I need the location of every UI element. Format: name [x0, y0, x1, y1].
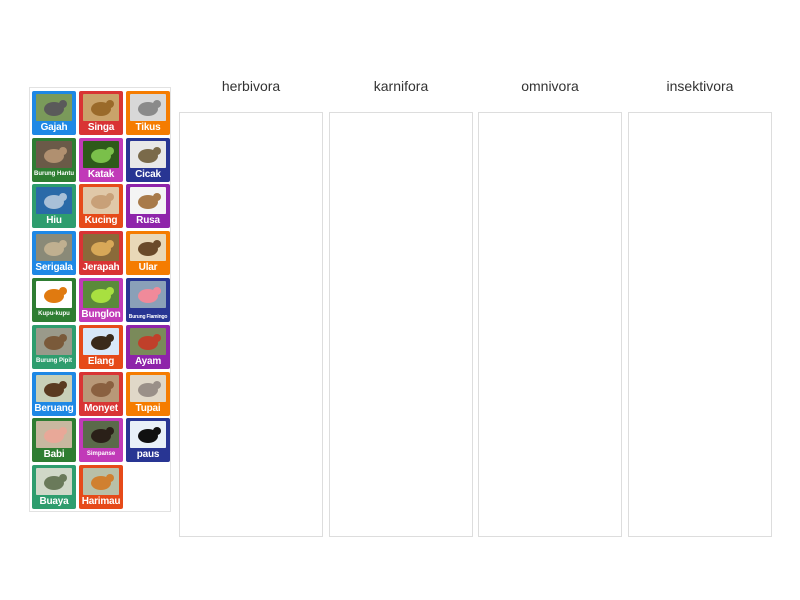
deer-icon — [130, 187, 166, 214]
drop-zone-insektivora[interactable] — [628, 112, 772, 537]
card-kupu-kupu[interactable]: Kupu-kupu — [32, 278, 76, 322]
column-header-herbivora: herbivora — [221, 78, 281, 94]
card-label: Burung Pipit — [36, 358, 72, 364]
card-label: Ular — [138, 262, 158, 273]
column-header-omnivora: omnivora — [521, 78, 579, 94]
card-burung-flamingo[interactable]: Burung Flamingo — [126, 278, 170, 322]
card-label: Babi — [43, 449, 65, 460]
card-cicak[interactable]: Cicak — [126, 138, 170, 182]
card-burung-hantu[interactable]: Burung Hantu — [32, 138, 76, 182]
card-label: Buaya — [39, 496, 69, 507]
shark-icon — [36, 187, 72, 214]
column-header-insektivora: insektivora — [666, 78, 734, 94]
drop-zone-herbivora[interactable] — [179, 112, 323, 537]
card-harimau[interactable]: Harimau — [79, 465, 123, 509]
crocodile-icon — [36, 468, 72, 495]
butterfly-icon — [36, 281, 72, 308]
chimpanzee-icon — [83, 421, 119, 448]
monkey-icon — [83, 375, 119, 402]
giraffe-icon — [83, 234, 119, 261]
snake-icon — [130, 234, 166, 261]
card-simpanse[interactable]: Simpanse — [79, 418, 123, 462]
card-kucing[interactable]: Kucing — [79, 184, 123, 228]
card-label: Elang — [87, 356, 115, 367]
card-tupai[interactable]: Tupai — [126, 372, 170, 416]
squirrel-icon — [130, 375, 166, 402]
gecko-icon — [130, 141, 166, 168]
tiger-icon — [83, 468, 119, 495]
card-babi[interactable]: Babi — [32, 418, 76, 462]
owl-icon — [36, 141, 72, 168]
card-label: Kucing — [84, 215, 118, 226]
card-tray: Gajah Singa Tikus Burung Hantu Katak Cicak Hiu… — [29, 87, 171, 512]
lion-icon — [83, 94, 119, 121]
card-ayam[interactable]: Ayam — [126, 325, 170, 369]
card-label: Bunglon — [81, 309, 121, 320]
card-label: Serigala — [35, 262, 73, 273]
card-label: Burung Flamingo — [128, 313, 168, 320]
frog-icon — [83, 141, 119, 168]
card-paus[interactable]: paus — [126, 418, 170, 462]
card-label: Tupai — [135, 403, 161, 414]
card-label: Simpanse — [86, 451, 116, 457]
card-buaya[interactable]: Buaya — [32, 465, 76, 509]
wolf-icon — [36, 234, 72, 261]
card-ular[interactable]: Ular — [126, 231, 170, 275]
mouse-icon — [130, 94, 166, 121]
card-singa[interactable]: Singa — [79, 91, 123, 135]
card-gajah[interactable]: Gajah — [32, 91, 76, 135]
card-label: Gajah — [40, 122, 68, 133]
card-label: Hiu — [46, 215, 62, 226]
card-rusa[interactable]: Rusa — [126, 184, 170, 228]
card-label: Jerapah — [82, 262, 120, 273]
card-jerapah[interactable]: Jerapah — [79, 231, 123, 275]
rooster-icon — [130, 328, 166, 355]
card-serigala[interactable]: Serigala — [32, 231, 76, 275]
card-label: Singa — [87, 122, 115, 133]
card-label: Ayam — [134, 356, 162, 367]
card-label: Kupu-kupu — [38, 311, 70, 317]
card-elang[interactable]: Elang — [79, 325, 123, 369]
card-label: Harimau — [81, 496, 121, 507]
card-burung-pipit[interactable]: Burung Pipit — [32, 325, 76, 369]
orca-icon — [130, 421, 166, 448]
card-label: Cicak — [135, 169, 161, 180]
card-label: Rusa — [136, 215, 160, 226]
card-beruang[interactable]: Beruang — [32, 372, 76, 416]
card-label: Tikus — [135, 122, 161, 133]
chameleon-icon — [83, 281, 119, 308]
card-label: Beruang — [34, 403, 74, 414]
card-tikus[interactable]: Tikus — [126, 91, 170, 135]
column-header-karnifora: karnifora — [373, 78, 429, 94]
pig-icon — [36, 421, 72, 448]
card-bunglon[interactable]: Bunglon — [79, 278, 123, 322]
card-hiu[interactable]: Hiu — [32, 184, 76, 228]
cat-icon — [83, 187, 119, 214]
card-monyet[interactable]: Monyet — [79, 372, 123, 416]
card-label: Monyet — [84, 403, 118, 414]
drop-zone-omnivora[interactable] — [478, 112, 622, 537]
eagle-icon — [83, 328, 119, 355]
sparrow-icon — [36, 328, 72, 355]
card-label: Burung Hantu — [34, 171, 74, 177]
elephant-icon — [36, 94, 72, 121]
card-katak[interactable]: Katak — [79, 138, 123, 182]
drop-zone-karnifora[interactable] — [329, 112, 473, 537]
bear-icon — [36, 375, 72, 402]
card-label: Katak — [87, 169, 115, 180]
card-label: paus — [136, 449, 160, 460]
flamingo-icon — [130, 281, 166, 308]
